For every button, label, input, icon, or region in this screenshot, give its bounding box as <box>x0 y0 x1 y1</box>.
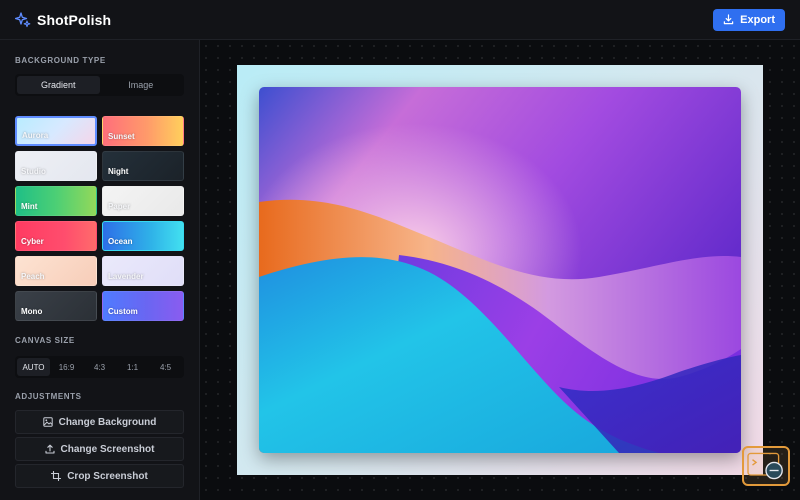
crop-icon <box>51 471 62 481</box>
export-label: Export <box>740 13 775 26</box>
preset-label: Mint <box>21 202 38 211</box>
crop-screenshot-label: Crop Screenshot <box>67 470 148 482</box>
adjustments-heading: ADJUSTMENTS <box>15 392 82 401</box>
crop-screenshot-button[interactable]: Crop Screenshot <box>15 464 184 488</box>
change-background-label: Change Background <box>58 416 157 428</box>
size-4-5[interactable]: 4:5 <box>149 358 182 376</box>
preset-label: Peach <box>21 272 45 281</box>
change-screenshot-button[interactable]: Change Screenshot <box>15 437 184 461</box>
preset-custom[interactable]: Custom <box>102 291 184 321</box>
preset-label: Mono <box>21 307 43 316</box>
preset-night[interactable]: Night <box>102 151 184 181</box>
preset-aurora[interactable]: Aurora <box>15 116 97 146</box>
export-button[interactable]: Export <box>713 8 785 31</box>
background-type-heading: BACKGROUND TYPE <box>15 56 106 65</box>
app-root: ShotPolish Export BACKGROUND TYPE Gradie… <box>0 0 800 500</box>
canvas-background <box>237 65 763 475</box>
sidebar: BACKGROUND TYPE Gradient Image Aurora Su… <box>0 40 200 500</box>
size-auto[interactable]: AUTO <box>17 358 50 376</box>
preset-label: Paper <box>108 202 131 211</box>
preset-label: Sunset <box>108 132 135 141</box>
preset-grid: Aurora Sunset Studio Night Mint Paper Cy… <box>15 116 184 321</box>
preset-label: Ocean <box>108 237 133 246</box>
preset-label: Lavender <box>108 272 144 281</box>
change-screenshot-label: Change Screenshot <box>60 443 155 455</box>
preset-paper[interactable]: Paper <box>102 186 184 216</box>
app-title: ShotPolish <box>37 11 112 28</box>
preset-sunset[interactable]: Sunset <box>102 116 184 146</box>
preset-label: Night <box>108 167 129 176</box>
sparkle-logo-icon <box>15 11 31 28</box>
preset-mono[interactable]: Mono <box>15 291 97 321</box>
screenshot-preview[interactable] <box>259 87 741 453</box>
change-background-button[interactable]: Change Background <box>15 410 184 434</box>
preset-studio[interactable]: Studio <box>15 151 97 181</box>
preset-label: Cyber <box>21 237 44 246</box>
wallpaper-image <box>259 87 741 453</box>
preset-label: Aurora <box>22 131 49 140</box>
bg-type-image[interactable]: Image <box>100 76 183 94</box>
canvas-size-heading: CANVAS SIZE <box>15 336 75 345</box>
preset-mint[interactable]: Mint <box>15 186 97 216</box>
terminal-badge-icon[interactable] <box>742 446 790 486</box>
brand: ShotPolish <box>15 12 111 28</box>
preset-cyber[interactable]: Cyber <box>15 221 97 251</box>
top-bar: ShotPolish Export <box>0 0 800 40</box>
size-4-3[interactable]: 4:3 <box>83 358 116 376</box>
upload-icon <box>44 444 55 454</box>
image-icon <box>42 417 53 427</box>
preset-label: Studio <box>21 167 46 176</box>
preset-peach[interactable]: Peach <box>15 256 97 286</box>
download-icon <box>723 14 734 25</box>
preset-label: Custom <box>108 307 138 316</box>
size-1-1[interactable]: 1:1 <box>116 358 149 376</box>
size-16-9[interactable]: 16:9 <box>50 358 83 376</box>
preset-lavender[interactable]: Lavender <box>102 256 184 286</box>
canvas-workspace <box>200 40 800 500</box>
preset-ocean[interactable]: Ocean <box>102 221 184 251</box>
canvas-size-switch: AUTO 16:9 4:3 1:1 4:5 <box>15 356 184 378</box>
background-type-switch: Gradient Image <box>15 74 184 96</box>
bg-type-gradient[interactable]: Gradient <box>17 76 100 94</box>
